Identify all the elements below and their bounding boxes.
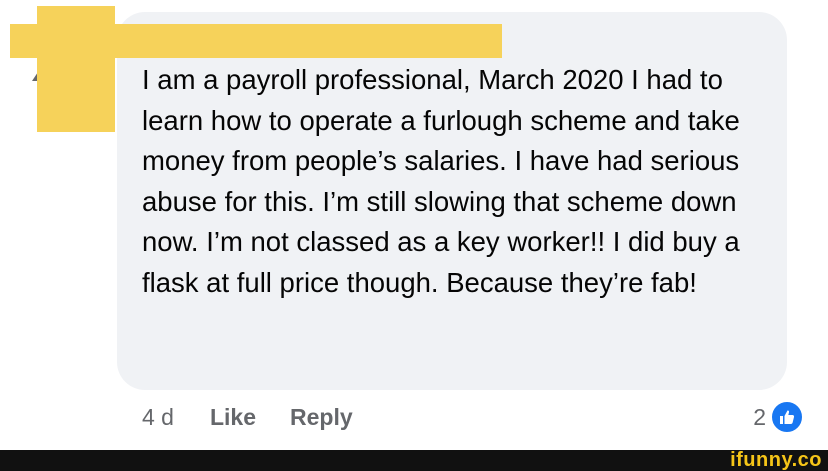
comment-text: I am a payroll professional, March 2020 … bbox=[142, 64, 740, 298]
comment-actions: 4 d Like Reply bbox=[142, 400, 353, 434]
avatar-redaction-block bbox=[37, 6, 115, 132]
reply-button[interactable]: Reply bbox=[290, 404, 353, 431]
ifunny-watermark: ifunny.co bbox=[730, 449, 822, 471]
reaction-summary[interactable]: 2 bbox=[753, 400, 804, 434]
thumbs-up-icon bbox=[770, 400, 804, 434]
like-button[interactable]: Like bbox=[210, 404, 256, 431]
reaction-count: 2 bbox=[753, 403, 766, 430]
comment-timestamp[interactable]: 4 d bbox=[142, 404, 174, 431]
footer-bar: ifunny.co bbox=[0, 450, 828, 471]
